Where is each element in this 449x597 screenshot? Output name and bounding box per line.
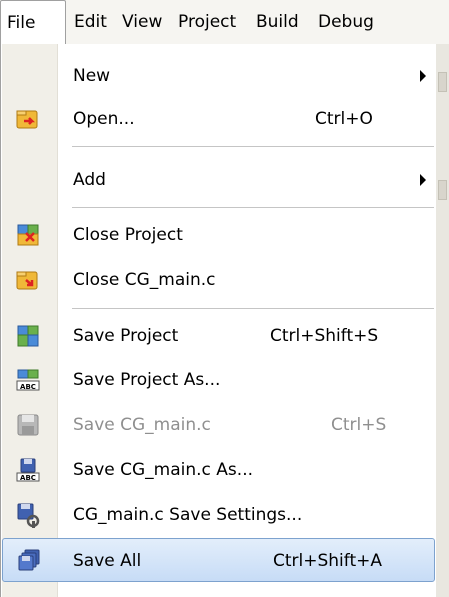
menu-project[interactable]: Project bbox=[178, 0, 236, 44]
open-folder-icon bbox=[14, 105, 42, 133]
menu-item-label: CG_main.c Save Settings... bbox=[73, 505, 303, 525]
close-file-icon bbox=[14, 266, 42, 294]
save-all-icon bbox=[15, 547, 43, 575]
background-toolbar-nub bbox=[438, 72, 447, 92]
menu-item-label: Save Project As... bbox=[73, 370, 221, 390]
menu-bar: File Edit View Project Build Debug bbox=[0, 0, 449, 44]
menu-item-open[interactable]: Open... Ctrl+O bbox=[2, 97, 435, 141]
background-window-edge bbox=[436, 44, 449, 597]
menu-item-shortcut: Ctrl+Shift+A bbox=[273, 551, 383, 571]
ide-window: File Edit View Project Build Debug New O… bbox=[0, 0, 449, 597]
menu-view[interactable]: View bbox=[122, 0, 162, 44]
menu-build[interactable]: Build bbox=[256, 0, 299, 44]
save-settings-icon bbox=[14, 501, 42, 529]
menu-debug[interactable]: Debug bbox=[318, 0, 374, 44]
menu-item-label: Close Project bbox=[73, 225, 183, 245]
menu-item-shortcut: Ctrl+S bbox=[331, 415, 387, 435]
menu-item-shortcut: Ctrl+Shift+S bbox=[270, 326, 379, 346]
close-project-icon bbox=[14, 221, 42, 249]
menu-separator bbox=[72, 207, 434, 209]
menu-item-label: Save All bbox=[73, 551, 142, 571]
background-toolbar-nub bbox=[438, 180, 447, 200]
menu-item-label: New bbox=[73, 66, 111, 86]
save-as-disk-icon: ABC bbox=[14, 456, 42, 484]
menu-item-save-project-as[interactable]: ABC Save Project As... bbox=[2, 358, 435, 402]
menu-item-close-project[interactable]: Close Project bbox=[2, 213, 435, 257]
submenu-arrow-icon bbox=[420, 174, 426, 186]
save-project-as-icon: ABC bbox=[14, 366, 42, 394]
menu-item-save-settings[interactable]: CG_main.c Save Settings... bbox=[2, 493, 435, 537]
menu-item-new[interactable]: New bbox=[2, 54, 435, 98]
file-menu-dropdown: New Open... Ctrl+O Add Close Project Clo… bbox=[0, 44, 436, 597]
menu-edit[interactable]: Edit bbox=[74, 0, 107, 44]
menu-item-add[interactable]: Add bbox=[2, 158, 435, 202]
menu-item-label: Close CG_main.c bbox=[73, 270, 216, 290]
menu-separator bbox=[72, 308, 434, 310]
menu-item-label: Save CG_main.c As... bbox=[73, 460, 254, 480]
menu-item-close-file[interactable]: Close CG_main.c bbox=[2, 258, 435, 302]
svg-text:ABC: ABC bbox=[20, 474, 36, 482]
menu-item-save-all[interactable]: Save All Ctrl+Shift+A bbox=[2, 538, 435, 582]
menu-item-label: Add bbox=[73, 170, 106, 190]
menu-separator bbox=[72, 146, 434, 148]
menu-item-save-file: Save CG_main.c Ctrl+S bbox=[2, 403, 435, 447]
menu-item-save-project[interactable]: Save Project Ctrl+Shift+S bbox=[2, 314, 435, 358]
svg-text:ABC: ABC bbox=[20, 383, 36, 391]
submenu-arrow-icon bbox=[420, 70, 426, 82]
menu-item-shortcut: Ctrl+O bbox=[315, 109, 373, 129]
save-disk-icon bbox=[14, 411, 42, 439]
menu-item-label: Open... bbox=[73, 109, 135, 129]
save-project-icon bbox=[14, 322, 42, 350]
menu-item-label: Save Project bbox=[73, 326, 179, 346]
menu-file[interactable]: File bbox=[0, 0, 66, 44]
menu-item-save-file-as[interactable]: ABC Save CG_main.c As... bbox=[2, 448, 435, 492]
menu-item-label: Save CG_main.c bbox=[73, 415, 211, 435]
